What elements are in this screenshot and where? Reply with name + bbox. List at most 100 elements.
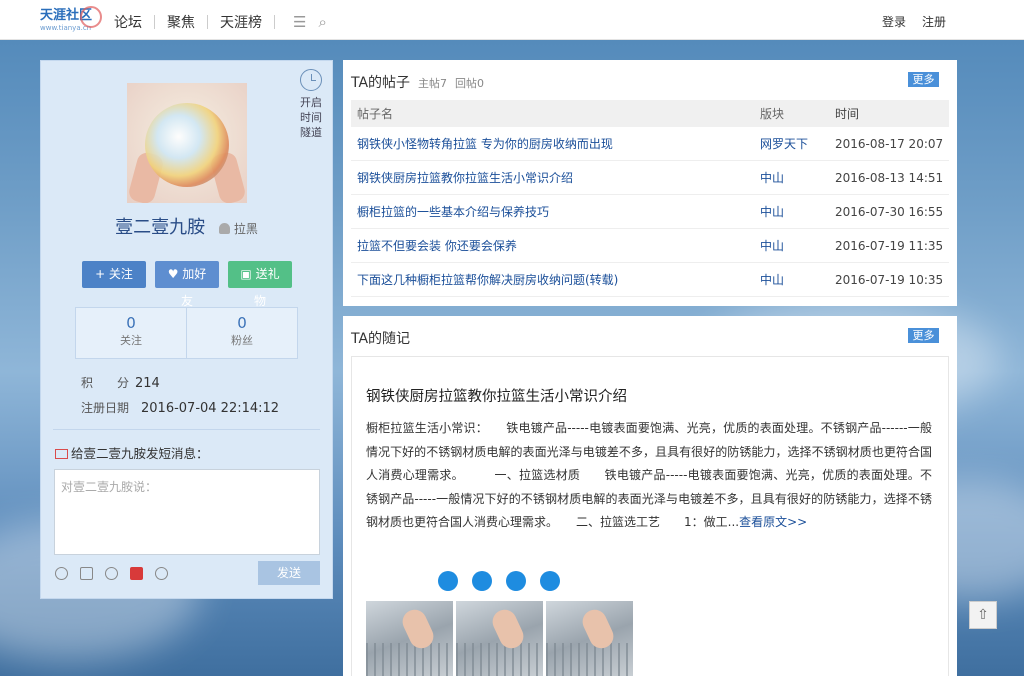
fans-label: 粉丝 bbox=[231, 334, 253, 347]
table-row: 钢铁侠厨房拉篮教你拉篮生活小常识介绍 中山 2016-08-13 14:51 bbox=[351, 161, 949, 195]
post-time: 2016-07-19 10:35 bbox=[835, 272, 944, 287]
notes-title: TA的随记 bbox=[351, 331, 411, 347]
person-icon bbox=[218, 223, 230, 234]
note-photo bbox=[366, 601, 453, 676]
auth-links: 登录 注册 bbox=[882, 13, 946, 30]
message-title: 给壹二壹九胺发短消息： bbox=[55, 443, 209, 462]
nav-rank[interactable]: 天涯榜 bbox=[220, 12, 262, 32]
read-more-link[interactable]: 查看原文>> bbox=[739, 515, 807, 529]
logo-ring-icon bbox=[80, 6, 102, 28]
username: 壹二壹九胺 bbox=[115, 217, 206, 238]
back-to-top-button[interactable]: ⇧ bbox=[969, 601, 997, 629]
badge-icon bbox=[438, 571, 458, 591]
post-board-link[interactable]: 中山 bbox=[760, 169, 835, 186]
points-label: 积 分 bbox=[81, 376, 130, 390]
badge-icon bbox=[506, 571, 526, 591]
note-photos bbox=[366, 601, 633, 676]
badge-icon bbox=[540, 571, 560, 591]
stamp-icon[interactable] bbox=[155, 567, 168, 580]
nav-divider bbox=[154, 15, 155, 29]
posts-panel: TA的帖子 主帖7 回帖0 更多 帖子名 版块 时间 钢铁侠小怪物转角拉篮 专为… bbox=[343, 60, 957, 306]
post-title-link[interactable]: 橱柜拉篮的一些基本介绍与保养技巧 bbox=[351, 203, 760, 220]
nav-forum[interactable]: 论坛 bbox=[114, 12, 142, 32]
post-board-link[interactable]: 中山 bbox=[760, 203, 835, 220]
notes-more-button[interactable]: 更多 bbox=[908, 328, 939, 343]
fans-stat[interactable]: 0 粉丝 bbox=[186, 308, 297, 358]
block-label: 拉黑 bbox=[233, 222, 258, 236]
search-icon[interactable]: ⌕ bbox=[318, 13, 326, 31]
clock-icon bbox=[300, 69, 322, 91]
profile-panel: 开启 时间 隧道 壹二壹九胺 拉黑 + 关注 ♥ 加好友 ▣ 送礼物 0 关注 … bbox=[40, 60, 333, 599]
table-row: 钢铁侠小怪物转角拉篮 专为你的厨房收纳而出现 网罗天下 2016-08-17 2… bbox=[351, 127, 949, 161]
clock-small-icon[interactable] bbox=[105, 567, 118, 580]
following-count: 0 bbox=[126, 314, 136, 332]
add-friend-button[interactable]: ♥ 加好友 bbox=[155, 261, 219, 308]
posts-title: TA的帖子 bbox=[351, 75, 411, 91]
login-link[interactable]: 登录 bbox=[882, 13, 906, 30]
post-board-link[interactable]: 中山 bbox=[760, 237, 835, 254]
timeline-label-3: 隧道 bbox=[300, 126, 322, 139]
camera-icon[interactable] bbox=[80, 567, 93, 580]
timeline-label-2: 时间 bbox=[300, 111, 322, 124]
nav-divider bbox=[207, 15, 208, 29]
add-friend-label: 加好友 bbox=[180, 267, 207, 308]
note-text: 橱柜拉篮生活小常识： 铁电镀产品-----电镀表面要饱满、光亮，优质的表面处理。… bbox=[366, 417, 932, 535]
note-title[interactable]: 钢铁侠厨房拉篮教你拉篮生活小常识介绍 bbox=[366, 385, 627, 406]
arrow-up-icon: ⇧ bbox=[977, 607, 989, 623]
note-photo bbox=[546, 601, 633, 676]
send-gift-label: 送礼物 bbox=[253, 267, 280, 308]
tianya-logo[interactable]: 天涯社区 www.tianya.cn bbox=[40, 6, 104, 34]
note-body-text: 橱柜拉篮生活小常识： 铁电镀产品-----电镀表面要饱满、光亮，优质的表面处理。… bbox=[366, 421, 932, 529]
heart-icon: ♥ bbox=[167, 267, 183, 281]
post-board-link[interactable]: 中山 bbox=[760, 271, 835, 288]
stats-box: 0 关注 0 粉丝 bbox=[75, 307, 298, 359]
reg-value: 2016-07-04 22:14:12 bbox=[141, 401, 280, 416]
post-board-link[interactable]: 网罗天下 bbox=[760, 135, 835, 152]
main-post-count[interactable]: 主帖7 bbox=[418, 75, 447, 91]
notes-panel: TA的随记 更多 钢铁侠厨房拉篮教你拉篮生活小常识介绍 橱柜拉篮生活小常识： 铁… bbox=[343, 316, 957, 676]
register-link[interactable]: 注册 bbox=[922, 13, 946, 30]
badge-icon bbox=[472, 571, 492, 591]
following-stat[interactable]: 0 关注 bbox=[76, 308, 186, 358]
post-title-link[interactable]: 钢铁侠小怪物转角拉篮 专为你的厨房收纳而出现 bbox=[351, 135, 760, 152]
follow-button[interactable]: + 关注 bbox=[82, 261, 146, 288]
table-row: 下面这几种橱柜拉篮帮你解决厨房收纳问题(转载) 中山 2016-07-19 10… bbox=[351, 263, 949, 297]
basket-grid bbox=[366, 643, 453, 676]
message-input[interactable]: 对壹二壹九胺说： bbox=[54, 469, 320, 555]
timeline-label-1: 开启 bbox=[300, 96, 322, 109]
post-time: 2016-08-13 14:51 bbox=[835, 170, 944, 185]
block-button[interactable]: 拉黑 bbox=[218, 222, 258, 236]
emoji-icon[interactable] bbox=[55, 567, 68, 580]
message-title-text: 给壹二壹九胺发短消息： bbox=[71, 446, 209, 461]
divider bbox=[53, 429, 320, 430]
posts-header: TA的帖子 主帖7 回帖0 bbox=[351, 72, 484, 92]
send-gift-button[interactable]: ▣ 送礼物 bbox=[228, 261, 292, 308]
menu-icon[interactable]: ☰ bbox=[293, 13, 306, 31]
post-title-link[interactable]: 拉篮不但要会装 你还要会保养 bbox=[351, 237, 760, 254]
nav-focus[interactable]: 聚焦 bbox=[167, 12, 195, 32]
timeline-toggle[interactable]: 开启 时间 隧道 bbox=[297, 69, 325, 140]
post-time: 2016-07-19 11:35 bbox=[835, 238, 944, 253]
note-photo bbox=[456, 601, 543, 676]
post-title-link[interactable]: 钢铁侠厨房拉篮教你拉篮生活小常识介绍 bbox=[351, 169, 760, 186]
points-value: 214 bbox=[135, 376, 160, 391]
message-tools bbox=[55, 567, 168, 580]
posts-table-header: 帖子名 版块 时间 bbox=[351, 100, 949, 127]
table-row: 橱柜拉篮的一些基本介绍与保养技巧 中山 2016-07-30 16:55 bbox=[351, 195, 949, 229]
avatar[interactable] bbox=[127, 83, 247, 203]
avatar-globe bbox=[145, 103, 229, 187]
red-packet-icon[interactable] bbox=[130, 567, 143, 580]
gift-icon: ▣ bbox=[240, 267, 256, 281]
send-button[interactable]: 发送 bbox=[258, 561, 320, 585]
post-time: 2016-08-17 20:07 bbox=[835, 136, 944, 151]
top-bar: 天涯社区 www.tianya.cn 论坛 聚焦 天涯榜 ☰ ⌕ 登录 注册 bbox=[0, 0, 1024, 40]
post-time: 2016-07-30 16:55 bbox=[835, 204, 944, 219]
table-row: 拉篮不但要会装 你还要会保养 中山 2016-07-19 11:35 bbox=[351, 229, 949, 263]
basket-grid bbox=[546, 643, 633, 676]
fans-count: 0 bbox=[237, 314, 247, 332]
post-title-link[interactable]: 下面这几种橱柜拉篮帮你解决厨房收纳问题(转载) bbox=[351, 271, 760, 288]
header-board: 版块 bbox=[760, 107, 785, 121]
posts-more-button[interactable]: 更多 bbox=[908, 72, 939, 87]
main-nav: 论坛 聚焦 天涯榜 ☰ ⌕ bbox=[114, 12, 327, 32]
reply-count[interactable]: 回帖0 bbox=[455, 75, 484, 91]
